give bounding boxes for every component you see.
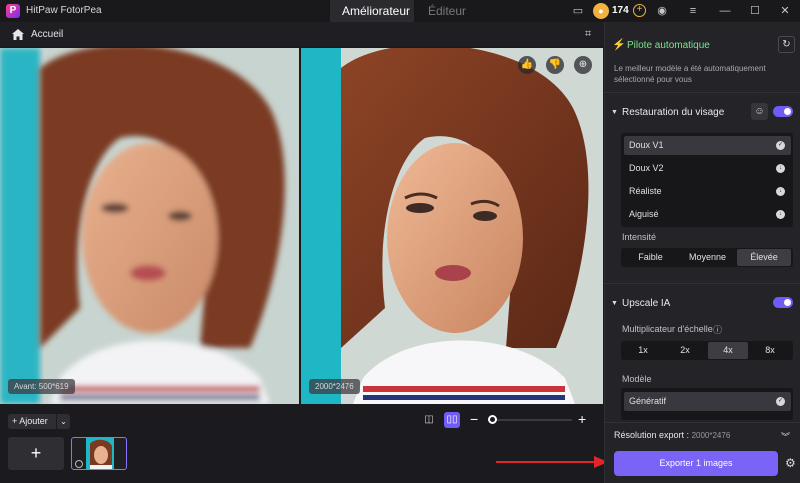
tab-editeur[interactable]: Éditeur (416, 0, 478, 22)
check-icon: ✓ (776, 397, 785, 406)
model-label: Réaliste (629, 186, 662, 196)
maximize-icon[interactable]: ☐ (748, 4, 762, 18)
after-size-label: 2000*2476 (309, 379, 360, 394)
zoom-in-icon[interactable]: ⊕ (574, 56, 592, 74)
intensity-label: Intensité (622, 232, 657, 242)
model-item[interactable]: Doux V1 ✓ (624, 136, 791, 155)
intensity-option[interactable]: Faible (623, 249, 678, 266)
multiplier-label: Multiplicateur d'échelle (622, 324, 713, 334)
export-resolution: Résolution export : 2000*2476 (614, 430, 730, 440)
export-resolution-label: Résolution export : (614, 430, 690, 440)
app-title: HitPaw FotorPea (26, 5, 102, 16)
download-icon[interactable]: ↓ (776, 164, 785, 173)
account-icon[interactable]: ◉ (655, 4, 669, 18)
before-image-panel: Avant: 500*619 (0, 48, 299, 404)
divider (604, 422, 800, 423)
upscale-toggle[interactable] (773, 297, 793, 308)
breadcrumb-bar (0, 22, 604, 46)
clock-icon (75, 460, 83, 468)
chevron-down-icon[interactable]: ⌄ (56, 414, 70, 429)
crop-icon[interactable]: ⌗ (585, 29, 596, 40)
thumbs-down-icon[interactable]: 👎 (546, 56, 564, 74)
intensity-option[interactable]: Moyenne (680, 249, 735, 266)
autopilot-title: Pilote automatique (627, 40, 710, 51)
add-coins-icon[interactable]: + (633, 4, 646, 17)
model-label-heading: Modèle (622, 374, 652, 384)
add-button[interactable]: + Ajouter ⌄ (8, 414, 70, 429)
notes-icon[interactable]: ▭ (571, 4, 585, 18)
zoom-out-icon[interactable]: − (470, 412, 478, 426)
before-photo (0, 48, 299, 404)
zoom-slider-handle[interactable] (488, 415, 497, 424)
model-item[interactable]: Doux V2 ↓ (624, 159, 791, 178)
before-size-label: Avant: 500*619 (8, 379, 75, 394)
collapse-caret-icon[interactable]: ▼ (611, 300, 618, 307)
gear-icon[interactable]: ⚙ (785, 456, 796, 470)
minimize-icon[interactable]: — (718, 4, 732, 18)
upscale-model-item[interactable]: Génératif ✓ (624, 392, 791, 411)
face-restore-toggle[interactable] (773, 106, 793, 117)
intensity-option-selected[interactable]: Élevée (737, 249, 791, 266)
thumbs-up-icon[interactable]: 👍 (518, 56, 536, 74)
lightning-icon: ⚡ (612, 39, 626, 51)
add-image-button[interactable]: + (8, 437, 64, 470)
annotation-arrow (496, 456, 608, 468)
zoom-in-button-icon[interactable]: + (578, 412, 586, 426)
model-item[interactable]: Aiguisé ↓ (624, 205, 791, 224)
after-image-panel: 👍 👎 ⊕ 2000*2476 (301, 48, 603, 404)
face-icon[interactable]: ☺ (751, 103, 768, 120)
download-icon[interactable]: ↓ (776, 187, 785, 196)
split-view-icon[interactable]: ◫ (421, 412, 437, 428)
multiplier-option[interactable]: 8x (750, 342, 790, 359)
export-button[interactable]: Exporter 1 images (614, 451, 778, 476)
multiplier-option[interactable]: 1x (623, 342, 663, 359)
export-resolution-value: 2000*2476 (691, 431, 731, 440)
check-icon: ✓ (776, 141, 785, 150)
download-icon[interactable]: ↓ (776, 210, 785, 219)
breadcrumb-home[interactable]: Accueil (31, 29, 63, 40)
autopilot-description: Le meilleur modèle a été automatiquement… (614, 64, 766, 84)
after-photo (301, 48, 603, 404)
multiplier-option-selected[interactable]: 4x (708, 342, 748, 359)
zoom-slider[interactable] (490, 419, 572, 421)
tab-ameliorateur[interactable]: Améliorateur (330, 0, 414, 22)
divider (604, 92, 800, 93)
refresh-icon[interactable]: ↻ (778, 36, 795, 53)
chevron-double-down-icon[interactable]: ︾ (781, 430, 790, 443)
collapse-caret-icon[interactable]: ▼ (611, 109, 618, 116)
menu-icon[interactable]: ≡ (686, 4, 700, 18)
side-by-side-view-icon[interactable]: ▯▯ (444, 412, 460, 428)
divider (604, 283, 800, 284)
upscale-model-label: Génératif (629, 396, 667, 406)
face-restore-title: Restauration du visage (622, 107, 725, 118)
app-logo: P (6, 4, 20, 18)
model-label: Doux V2 (629, 163, 664, 173)
coin-count: 174 (612, 5, 629, 16)
model-item[interactable]: Réaliste ↓ (624, 182, 791, 201)
model-label: Doux V1 (629, 140, 664, 150)
upscale-title: Upscale IA (622, 298, 671, 309)
add-button-label: + Ajouter (12, 416, 48, 426)
coin-icon: ● (593, 3, 609, 19)
info-icon[interactable]: ⓘ (713, 323, 722, 336)
close-icon[interactable]: ✕ (778, 4, 792, 18)
home-icon[interactable] (12, 29, 24, 40)
model-label: Aiguisé (629, 209, 659, 219)
multiplier-option[interactable]: 2x (665, 342, 705, 359)
